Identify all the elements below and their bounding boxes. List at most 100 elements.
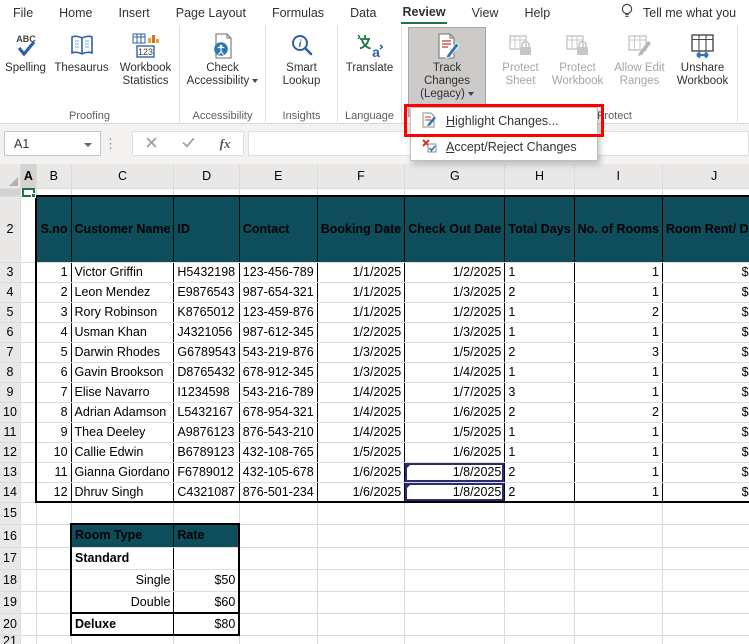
- name-box-caret-icon[interactable]: [84, 143, 92, 147]
- cell-F11[interactable]: 1/4/2025: [317, 422, 405, 442]
- cell-E1[interactable]: [239, 188, 317, 196]
- cell-A12[interactable]: [20, 442, 36, 462]
- cell-I10[interactable]: 2: [574, 402, 662, 422]
- cell-G13[interactable]: 1/8/2025: [405, 462, 505, 482]
- row-header-13[interactable]: 13: [0, 462, 20, 482]
- cell-A11[interactable]: [20, 422, 36, 442]
- row-header-1[interactable]: [0, 188, 20, 196]
- cell-I1[interactable]: [574, 188, 662, 196]
- cell-C19[interactable]: Double: [71, 591, 174, 613]
- translate-button[interactable]: a Translate: [340, 27, 400, 78]
- cell-G17[interactable]: [405, 547, 505, 569]
- cell-H12[interactable]: 1: [505, 442, 574, 462]
- cell-C9[interactable]: Elise Navarro: [71, 382, 174, 402]
- cell-C16[interactable]: Room Type: [71, 524, 174, 547]
- cell-J1[interactable]: [662, 188, 749, 196]
- cell-I3[interactable]: 1: [574, 262, 662, 282]
- cell-A4[interactable]: [20, 282, 36, 302]
- cell-I2[interactable]: No. of Rooms: [574, 196, 662, 262]
- cell-J5[interactable]: $60: [662, 302, 749, 322]
- cell-J7[interactable]: $60: [662, 342, 749, 362]
- cell-D5[interactable]: K8765012: [174, 302, 239, 322]
- cell-G8[interactable]: 1/4/2025: [405, 362, 505, 382]
- cell-C1[interactable]: [71, 188, 174, 196]
- cell-F6[interactable]: 1/2/2025: [317, 322, 405, 342]
- cell-J9[interactable]: $50: [662, 382, 749, 402]
- cell-H15[interactable]: [505, 502, 574, 524]
- cell-J18[interactable]: [662, 569, 749, 591]
- cell-E16[interactable]: [239, 524, 317, 547]
- cell-I15[interactable]: [574, 502, 662, 524]
- tab-home[interactable]: Home: [46, 0, 105, 25]
- cell-H9[interactable]: 3: [505, 382, 574, 402]
- cell-D17[interactable]: [174, 547, 239, 569]
- cell-H3[interactable]: 1: [505, 262, 574, 282]
- cell-G10[interactable]: 1/6/2025: [405, 402, 505, 422]
- cell-B1[interactable]: [36, 188, 71, 196]
- cell-F5[interactable]: 1/1/2025: [317, 302, 405, 322]
- cell-C8[interactable]: Gavin Brookson: [71, 362, 174, 382]
- cell-D13[interactable]: F6789012: [174, 462, 239, 482]
- row-header-3[interactable]: 3: [0, 262, 20, 282]
- allow-edit-ranges-button[interactable]: Allow Edit Ranges: [609, 27, 671, 91]
- cell-I5[interactable]: 2: [574, 302, 662, 322]
- cell-B7[interactable]: 5: [36, 342, 71, 362]
- tab-data[interactable]: Data: [337, 0, 389, 25]
- cell-B6[interactable]: 4: [36, 322, 71, 342]
- cell-A13[interactable]: [20, 462, 36, 482]
- cell-J3[interactable]: $50: [662, 262, 749, 282]
- cell-C13[interactable]: Gianna Giordano: [71, 462, 174, 482]
- cell-J8[interactable]: $80: [662, 362, 749, 382]
- cell-J19[interactable]: [662, 591, 749, 613]
- cell-F18[interactable]: [317, 569, 405, 591]
- cell-C4[interactable]: Leon Mendez: [71, 282, 174, 302]
- insert-function-icon[interactable]: fx: [220, 136, 231, 152]
- cell-I16[interactable]: [574, 524, 662, 547]
- cell-I7[interactable]: 3: [574, 342, 662, 362]
- cell-D6[interactable]: J4321056: [174, 322, 239, 342]
- cell-G15[interactable]: [405, 502, 505, 524]
- cell-B11[interactable]: 9: [36, 422, 71, 442]
- cell-G20[interactable]: [405, 613, 505, 635]
- cell-G6[interactable]: 1/3/2025: [405, 322, 505, 342]
- cell-E6[interactable]: 987-612-345: [239, 322, 317, 342]
- cell-A15[interactable]: [20, 502, 36, 524]
- cell-I8[interactable]: 1: [574, 362, 662, 382]
- cell-H18[interactable]: [505, 569, 574, 591]
- cell-C11[interactable]: Thea Deeley: [71, 422, 174, 442]
- column-header-G[interactable]: G: [405, 164, 505, 188]
- cell-F7[interactable]: 1/3/2025: [317, 342, 405, 362]
- cell-B19[interactable]: [36, 591, 71, 613]
- cell-H4[interactable]: 2: [505, 282, 574, 302]
- cell-H21[interactable]: [505, 635, 574, 644]
- cell-F1[interactable]: [317, 188, 405, 196]
- menu-item-highlight-changes[interactable]: Highlight Changes...: [411, 108, 597, 134]
- cell-B3[interactable]: 1: [36, 262, 71, 282]
- cell-E20[interactable]: [239, 613, 317, 635]
- cell-C14[interactable]: Dhruv Singh: [71, 482, 174, 502]
- cell-D9[interactable]: I1234598: [174, 382, 239, 402]
- cell-F20[interactable]: [317, 613, 405, 635]
- cell-F3[interactable]: 1/1/2025: [317, 262, 405, 282]
- row-header-20[interactable]: 20: [0, 613, 20, 635]
- cell-F14[interactable]: 1/6/2025: [317, 482, 405, 502]
- cell-G5[interactable]: 1/2/2025: [405, 302, 505, 322]
- cell-B8[interactable]: 6: [36, 362, 71, 382]
- cell-J11[interactable]: $50: [662, 422, 749, 442]
- cell-A5[interactable]: [20, 302, 36, 322]
- select-all-corner[interactable]: [0, 164, 20, 188]
- column-header-F[interactable]: F: [317, 164, 405, 188]
- cell-A18[interactable]: [20, 569, 36, 591]
- cell-H5[interactable]: 1: [505, 302, 574, 322]
- cell-D16[interactable]: Rate: [174, 524, 239, 547]
- row-header-2[interactable]: 2: [0, 196, 20, 262]
- cell-D19[interactable]: $60: [174, 591, 239, 613]
- cell-C12[interactable]: Callie Edwin: [71, 442, 174, 462]
- cell-F8[interactable]: 1/3/2025: [317, 362, 405, 382]
- cell-B17[interactable]: [36, 547, 71, 569]
- cell-D7[interactable]: G6789543: [174, 342, 239, 362]
- cell-G4[interactable]: 1/3/2025: [405, 282, 505, 302]
- cell-H1[interactable]: [505, 188, 574, 196]
- cell-F9[interactable]: 1/4/2025: [317, 382, 405, 402]
- cell-C2[interactable]: Customer Name: [71, 196, 174, 262]
